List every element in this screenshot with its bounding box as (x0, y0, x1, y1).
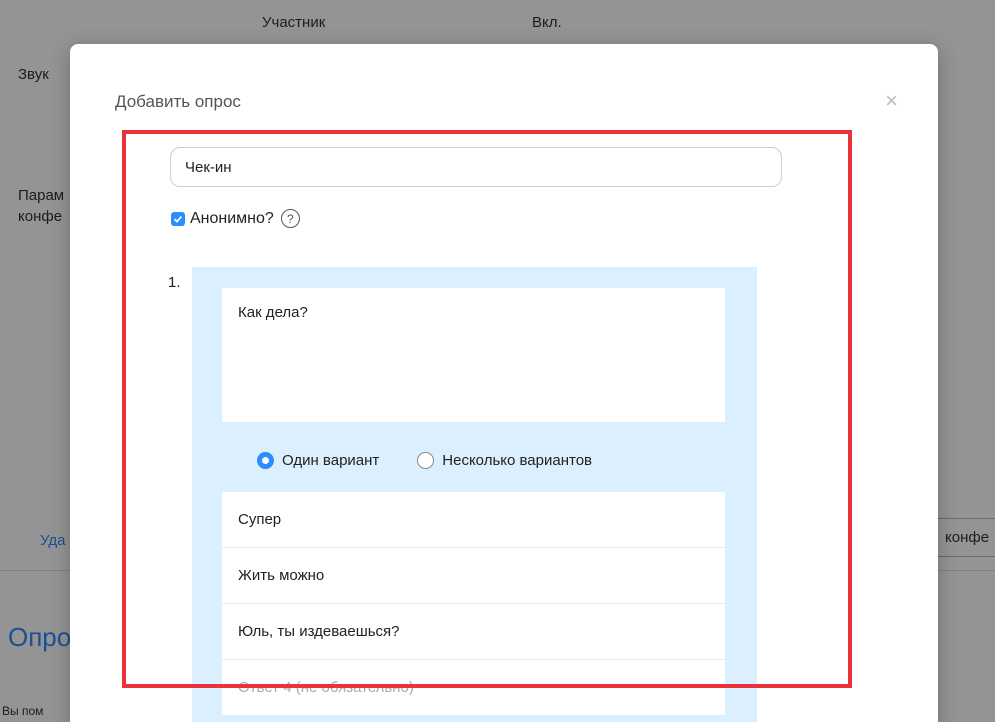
dialog-title: Добавить опрос (115, 92, 241, 111)
answer-input-1[interactable]: Супер (222, 492, 725, 548)
poll-title-input[interactable] (170, 147, 782, 187)
answer-input-3[interactable]: Юль, ты издеваешься? (222, 604, 725, 660)
help-icon[interactable]: ? (280, 209, 300, 228)
anonymous-checkbox[interactable] (171, 211, 185, 226)
answer-mode-group: Один вариант Несколько вариантов (257, 452, 630, 469)
question-number: 1. (168, 274, 181, 291)
multiple-choice-radio[interactable]: Несколько вариантов (417, 452, 592, 469)
question-text-input[interactable]: Как дела? (222, 288, 725, 422)
answers-list: Супер Жить можно Юль, ты издеваешься? От… (222, 492, 725, 716)
radio-selected-icon (257, 452, 274, 469)
anonymous-label: Анонимно? (190, 209, 274, 227)
single-choice-label: Один вариант (282, 452, 380, 469)
add-poll-dialog: Добавить опрос × Анонимно? ? 1. Как дела… (70, 44, 938, 722)
radio-unselected-icon (417, 452, 435, 469)
close-button[interactable]: × (885, 90, 898, 112)
answer-input-4[interactable]: Ответ 4 (не обязательно) (222, 660, 725, 716)
single-choice-radio[interactable]: Один вариант (257, 452, 379, 469)
multiple-choice-label: Несколько вариантов (442, 452, 593, 469)
question-card: Как дела? Один вариант Несколько вариант… (192, 267, 757, 722)
anonymous-option: Анонимно? ? (171, 209, 300, 228)
answer-input-2[interactable]: Жить можно (222, 548, 725, 604)
checkmark-icon (173, 215, 183, 223)
